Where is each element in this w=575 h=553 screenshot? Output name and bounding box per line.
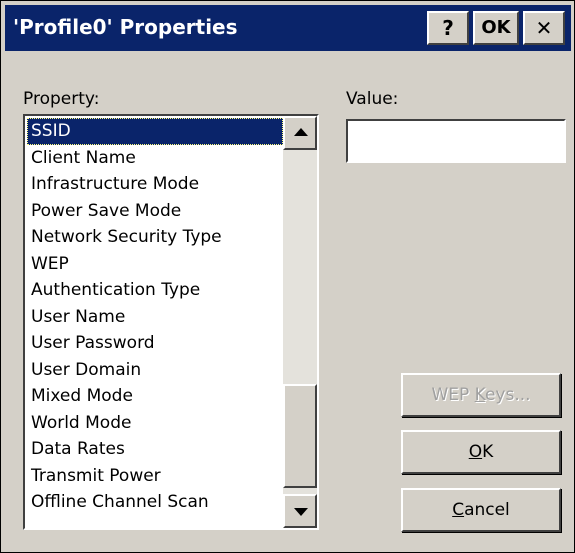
vertical-scrollbar[interactable] (283, 116, 317, 528)
list-item[interactable]: Authentication Type (27, 277, 283, 304)
value-label: Value: (346, 89, 399, 109)
cancel-accelerator: C (452, 500, 465, 520)
cancel-label-post: ancel (464, 500, 510, 520)
list-item[interactable]: User Domain (27, 357, 283, 384)
ok-accelerator: O (468, 442, 483, 462)
property-list[interactable]: SSID Client Name Infrastructure Mode Power … (23, 114, 319, 530)
list-item[interactable]: Client Name (27, 145, 283, 172)
list-item[interactable]: Data Rates (27, 436, 283, 463)
wep-keys-button: WEP Keys... (401, 373, 561, 417)
list-item[interactable]: User Name (27, 304, 283, 331)
title-bar: 'Profile0' Properties ? OK ✕ (5, 5, 571, 51)
list-item[interactable]: Power Save Mode (27, 198, 283, 225)
close-button[interactable]: ✕ (523, 11, 565, 45)
property-label: Property: (23, 89, 100, 109)
close-icon: ✕ (535, 16, 553, 40)
help-button[interactable]: ? (427, 11, 469, 45)
scroll-up-button[interactable] (283, 116, 317, 150)
ok-button[interactable]: OK (401, 430, 561, 474)
wep-keys-accelerator: K (474, 385, 485, 405)
title-ok-button[interactable]: OK (473, 11, 519, 45)
scroll-down-button[interactable] (283, 494, 317, 528)
list-item[interactable]: SSID (27, 118, 283, 145)
wep-keys-label-post: eys... (484, 385, 531, 405)
list-item[interactable]: World Mode (27, 410, 283, 437)
scroll-thumb[interactable] (283, 384, 317, 488)
list-item[interactable]: Infrastructure Mode (27, 171, 283, 198)
value-input[interactable] (346, 119, 566, 163)
ok-label-post: K (482, 442, 494, 462)
wep-keys-label-pre: WEP (431, 385, 475, 405)
arrow-down-icon (294, 508, 308, 516)
list-item[interactable]: Mixed Mode (27, 383, 283, 410)
list-item[interactable]: WEP (27, 251, 283, 278)
list-item[interactable]: Offline Channel Scan (27, 489, 283, 516)
properties-dialog: 'Profile0' Properties ? OK ✕ Property: V… (0, 0, 575, 553)
property-list-items: SSID Client Name Infrastructure Mode Power … (27, 118, 283, 526)
arrow-up-icon (294, 128, 308, 136)
list-item[interactable]: Network Security Type (27, 224, 283, 251)
list-item[interactable]: Transmit Power (27, 463, 283, 490)
window-title: 'Profile0' Properties (13, 15, 238, 39)
list-item[interactable]: User Password (27, 330, 283, 357)
cancel-button[interactable]: Cancel (401, 488, 561, 532)
